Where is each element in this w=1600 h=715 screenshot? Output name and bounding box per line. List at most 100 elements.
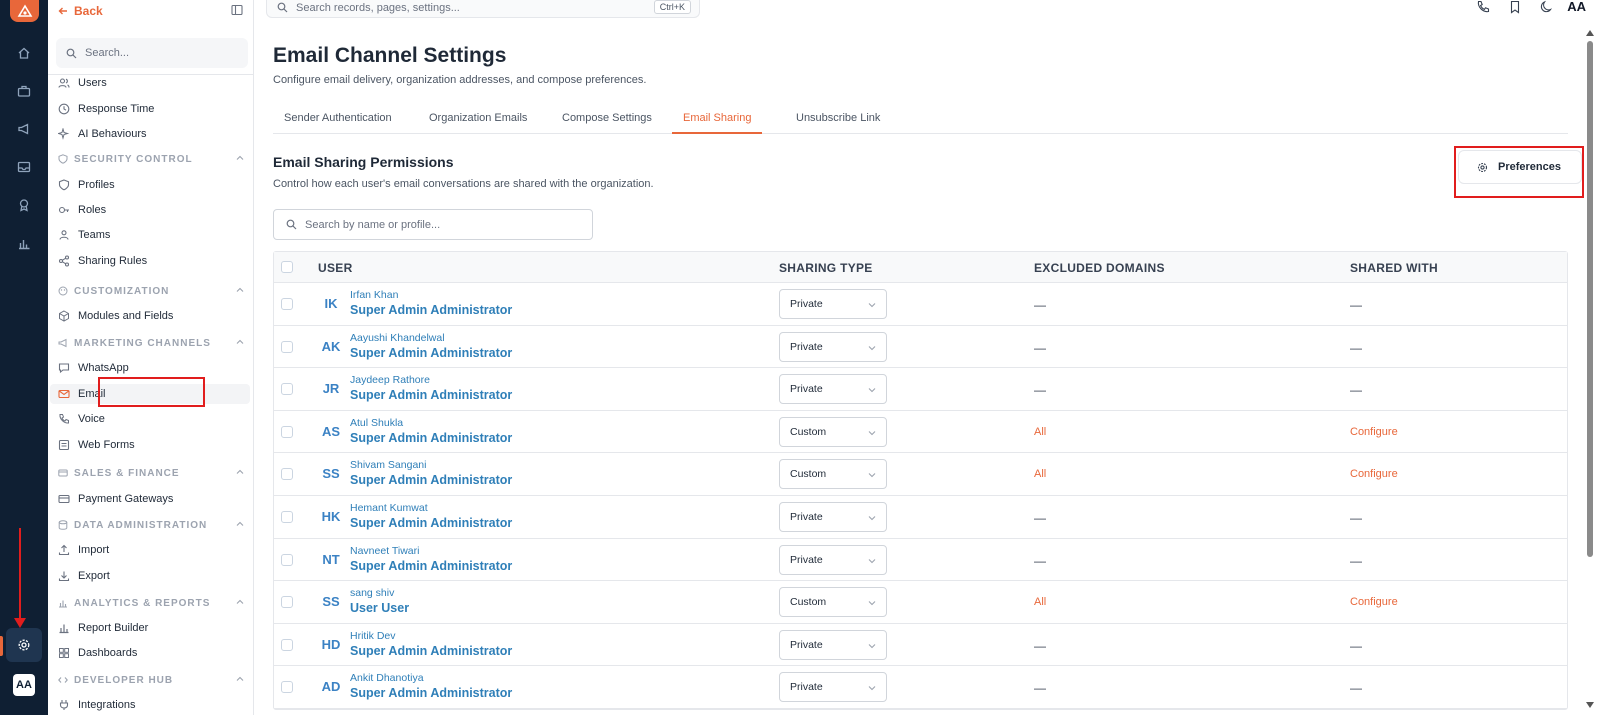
row-checkbox[interactable] [281, 510, 293, 523]
row-checkbox[interactable] [281, 638, 293, 651]
phone-icon[interactable] [1476, 0, 1490, 14]
sidebar-item-sharing-rules[interactable]: Sharing Rules [58, 251, 147, 271]
sidebar-item-response-time[interactable]: Response Time [58, 99, 154, 119]
row-checkbox[interactable] [281, 596, 293, 609]
megaphone-icon[interactable] [14, 119, 34, 139]
table-row: SS sang shiv User User Custom All Configure [274, 581, 1567, 624]
scroll-down-arrow[interactable] [1586, 702, 1594, 708]
user-name-link[interactable]: Atul Shukla [350, 417, 403, 429]
user-name-link[interactable]: Hritik Dev [350, 630, 396, 642]
sharing-permissions-table: USER SHARING TYPE EXCLUDED DOMAINS SHARE… [273, 251, 1568, 710]
user-name-link[interactable]: Shivam Sangani [350, 459, 426, 471]
sidebar-collapse-icon[interactable] [231, 4, 243, 16]
sharing-type-select[interactable]: Private [779, 544, 887, 575]
tab-email-sharing[interactable]: Email Sharing [672, 106, 763, 134]
user-name-link[interactable]: Hemant Kumwat [350, 502, 428, 514]
user-initials-avatar: AK [321, 338, 341, 354]
user-name-link[interactable]: Aayushi Khandelwal [350, 332, 445, 344]
moon-icon[interactable] [1540, 0, 1554, 14]
sidebar-item-dashboards[interactable]: Dashboards [58, 643, 137, 663]
row-checkbox[interactable] [281, 340, 293, 353]
sidebar-item-roles[interactable]: Roles [58, 200, 106, 220]
tab-unsubscribe-link[interactable]: Unsubscribe Link [785, 106, 891, 134]
row-checkbox[interactable] [281, 553, 293, 566]
sidebar-search-input[interactable]: Search... [56, 38, 248, 68]
section-heading-security[interactable]: SECURITY CONTROL [58, 151, 244, 167]
sidebar-item-label: Integrations [78, 699, 136, 711]
tab-organization-emails[interactable]: Organization Emails [418, 106, 538, 134]
sidebar-item-profiles[interactable]: Profiles [58, 175, 115, 195]
sharing-type-select[interactable]: Private [779, 501, 887, 532]
user-name-link[interactable]: Ankit Dhanotiya [350, 672, 424, 684]
scroll-thumb[interactable] [1587, 41, 1593, 557]
section-heading-data-administration[interactable]: DATA ADMINISTRATION [58, 517, 244, 533]
configure-link[interactable]: Configure [1350, 468, 1398, 480]
row-checkbox[interactable] [281, 425, 293, 438]
sharing-type-value: Private [790, 681, 823, 694]
sidebar-item-integrations[interactable]: Integrations [58, 695, 135, 715]
user-search-input[interactable]: Search by name or profile... [273, 209, 593, 240]
section-heading-customization[interactable]: CUSTOMIZATION [58, 283, 244, 299]
row-checkbox[interactable] [281, 298, 293, 310]
back-button[interactable]: Back [58, 2, 103, 20]
sidebar-item-users[interactable]: Users [58, 73, 107, 93]
user-name-link[interactable]: sang shiv [350, 587, 394, 599]
user-name-link[interactable]: Jaydeep Rathore [350, 374, 430, 386]
briefcase-icon[interactable] [14, 81, 34, 101]
user-initials-avatar: SS [322, 594, 340, 610]
shared-with-value: — [1350, 681, 1362, 696]
sidebar-item-import[interactable]: Import [58, 540, 109, 560]
tab-compose-settings[interactable]: Compose Settings [551, 106, 663, 134]
settings-icon[interactable] [14, 635, 34, 655]
user-initials-avatar: HD [321, 636, 341, 652]
sharing-type-select[interactable]: Private [779, 672, 887, 703]
home-icon[interactable] [14, 43, 34, 63]
sharing-type-select[interactable]: Custom [779, 587, 887, 618]
badge-icon[interactable] [14, 195, 34, 215]
search-icon [277, 2, 288, 13]
sidebar-item-web-forms[interactable]: Web Forms [58, 435, 135, 455]
configure-link[interactable]: Configure [1350, 596, 1398, 608]
sharing-type-select[interactable]: Private [779, 289, 887, 319]
section-heading-marketing-channels[interactable]: MARKETING CHANNELS [58, 335, 244, 351]
sidebar-item-whatsapp[interactable]: WhatsApp [58, 358, 129, 378]
app-logo[interactable] [10, 0, 39, 22]
configure-link[interactable]: Configure [1350, 426, 1398, 438]
select-all-checkbox[interactable] [281, 261, 293, 273]
sharing-type-select[interactable]: Private [779, 374, 887, 405]
page-scrollbar[interactable] [1584, 28, 1596, 715]
sidebar-item-voice[interactable]: Voice [58, 409, 105, 429]
sidebar-item-payment-gateways[interactable]: Payment Gateways [58, 489, 173, 509]
user-name-link[interactable]: Navneet Tiwari [350, 545, 419, 557]
user-initials-avatar: AD [321, 679, 341, 695]
sidebar-item-ai-behaviours[interactable]: AI Behaviours [58, 124, 146, 144]
scroll-up-arrow[interactable] [1586, 30, 1594, 36]
section-heading-analytics-reports[interactable]: ANALYTICS & REPORTS [58, 595, 244, 611]
tab-sender-authentication[interactable]: Sender Authentication [273, 106, 403, 134]
excluded-domains-link[interactable]: All [1034, 596, 1046, 608]
sidebar-item-modules-and-fields[interactable]: Modules and Fields [58, 306, 173, 326]
excluded-domains-link[interactable]: All [1034, 426, 1046, 438]
sharing-type-select[interactable]: Private [779, 331, 887, 362]
user-avatar[interactable]: AA [13, 674, 35, 696]
sharing-type-select[interactable]: Custom [779, 459, 887, 490]
inbox-icon[interactable] [14, 157, 34, 177]
excluded-domains-link[interactable]: All [1034, 468, 1046, 480]
user-initials[interactable]: AA [1567, 0, 1586, 14]
sidebar-item-export[interactable]: Export [58, 566, 110, 586]
row-checkbox[interactable] [281, 468, 293, 481]
sharing-type-select[interactable]: Custom [779, 416, 887, 447]
row-checkbox[interactable] [281, 681, 293, 694]
sharing-type-select[interactable]: Private [779, 629, 887, 660]
sidebar-item-report-builder[interactable]: Report Builder [58, 618, 148, 638]
bar-chart-icon[interactable] [14, 233, 34, 253]
bookmark-icon[interactable] [1508, 0, 1522, 14]
row-checkbox[interactable] [281, 383, 293, 396]
annotation-arrow-line [19, 528, 21, 620]
section-heading-developer-hub[interactable]: DEVELOPER HUB [58, 672, 244, 688]
section-heading-sales-finance[interactable]: SALES & FINANCE [58, 465, 244, 481]
plug-icon [58, 699, 70, 711]
user-name-link[interactable]: Irfan Khan [350, 289, 398, 301]
sidebar-item-teams[interactable]: Teams [58, 225, 110, 245]
global-search-input[interactable]: Search records, pages, settings... Ctrl+… [266, 0, 700, 18]
